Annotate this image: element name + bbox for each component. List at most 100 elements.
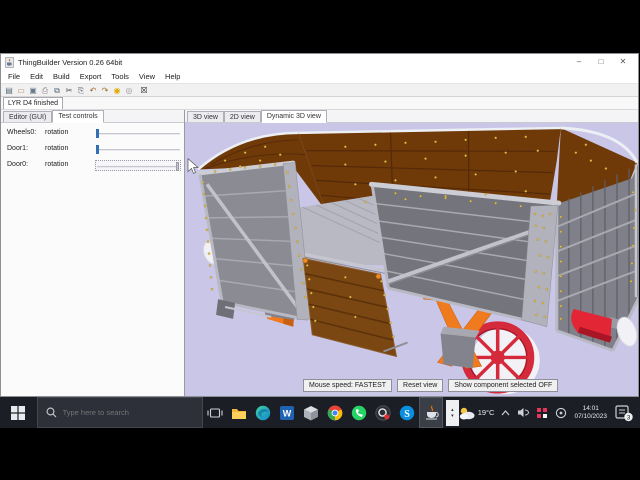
slider-thumb[interactable] [96, 145, 99, 154]
edge-icon [255, 405, 270, 420]
control-property: rotation [45, 161, 69, 168]
window-title: ThingBuilder Version 0.26 64bit [18, 57, 123, 67]
obs-button[interactable] [371, 397, 395, 428]
edge-button[interactable] [251, 397, 275, 428]
volume-icon[interactable] [517, 407, 530, 418]
menu-export[interactable]: Export [75, 72, 107, 81]
file-explorer-button[interactable] [227, 397, 251, 428]
spinner-down-icon[interactable]: ▾ [451, 413, 454, 419]
left-panel-tabs: Editor (GUI) Test controls [1, 110, 184, 123]
3d-cube-icon [303, 405, 318, 420]
control-label: Wheels0: [7, 129, 37, 136]
task-view-button[interactable] [203, 397, 227, 428]
control-label: Door1: [7, 145, 29, 152]
tab-editor-gui[interactable]: Editor (GUI) [3, 111, 53, 122]
menu-build[interactable]: Build [48, 72, 75, 81]
whatsapp-button[interactable] [347, 397, 371, 428]
mouse-speed-button[interactable]: Mouse speed: FASTEST [303, 379, 393, 392]
word-button[interactable]: W [275, 397, 299, 428]
show-component-selected-button[interactable]: Show component selected OFF [448, 379, 559, 392]
taskbar-spinner[interactable]: ▴ ▾ [446, 399, 459, 426]
print-icon[interactable]: ⎙ [40, 85, 50, 96]
window-controls: – □ ✕ [572, 55, 630, 69]
control-property: rotation [45, 129, 69, 136]
menu-help[interactable]: Help [160, 72, 185, 81]
3d-viewport[interactable]: Mouse speed: FASTEST Reset view Show com… [185, 123, 638, 396]
maximize-icon[interactable]: □ [594, 55, 608, 69]
menu-bar: File Edit Build Export Tools View Help [1, 70, 638, 83]
view-tab-bar: 3D view 2D view Dynamic 3D view [185, 110, 638, 123]
wagon-3d-model [187, 126, 638, 395]
slider-groove [96, 149, 180, 151]
java-app-button[interactable] [419, 397, 444, 428]
word-icon: W [279, 405, 294, 420]
task-view-icon [206, 407, 223, 418]
control-property: rotation [45, 145, 69, 152]
paste-icon[interactable]: ⎘ [76, 85, 86, 96]
menu-file[interactable]: File [3, 72, 25, 81]
taskbar-clock[interactable]: 14:01 07/10/2023 [574, 405, 607, 421]
control-label: Door0: [7, 161, 29, 168]
app-window: ThingBuilder Version 0.26 64bit – □ ✕ Fi… [0, 53, 639, 397]
view-area: 3D view 2D view Dynamic 3D view Mouse sp… [185, 110, 638, 396]
taskbar-search[interactable] [36, 397, 203, 428]
door1-rotation-slider[interactable] [95, 144, 181, 155]
tool-bar: ▤ ▭ ▣ ⎙ ⧉ ✂ ⎘ ↶ ↷ ◉ ◎ ☒ [1, 83, 638, 97]
close-icon[interactable]: ✕ [616, 55, 630, 69]
door0-rotation-slider[interactable] [95, 160, 181, 171]
minimize-icon[interactable]: – [572, 55, 586, 69]
main-area: Editor (GUI) Test controls Wheels0: rota… [1, 110, 638, 396]
new-icon[interactable]: ▤ [4, 85, 14, 96]
mouse-cursor [187, 157, 199, 174]
file-explorer-icon [231, 408, 246, 419]
weather-icon [459, 407, 475, 419]
test-controls-list: Wheels0: rotation Door1: rotation Door0:… [1, 123, 184, 174]
3d-builder-button[interactable] [299, 397, 323, 428]
menu-edit[interactable]: Edit [25, 72, 48, 81]
tab-test-controls[interactable]: Test controls [52, 110, 104, 123]
control-row-wheels0: Wheels0: rotation [1, 126, 184, 142]
redo-icon[interactable]: ↷ [100, 85, 110, 96]
java-coffee-icon [425, 405, 439, 420]
slider-thumb[interactable] [176, 162, 179, 171]
tray-status-icon[interactable] [555, 407, 567, 419]
wagon-left-end-panel [197, 160, 312, 322]
whatsapp-icon [351, 405, 367, 420]
chrome-button[interactable] [323, 397, 347, 428]
start-button[interactable] [0, 397, 37, 428]
cut-icon[interactable]: ✂ [64, 85, 74, 96]
title-bar: ThingBuilder Version 0.26 64bit – □ ✕ [1, 54, 638, 70]
control-row-door1: Door1: rotation [1, 142, 184, 158]
open-icon[interactable]: ▭ [16, 85, 26, 96]
slider-thumb[interactable] [96, 129, 99, 138]
document-tab-bar: LYR D4 finished [1, 97, 638, 110]
save-icon[interactable]: ▣ [28, 85, 38, 96]
svg-text:W: W [282, 408, 291, 418]
app-icon [5, 56, 14, 68]
exit-icon[interactable]: ☒ [139, 85, 149, 96]
menu-tools[interactable]: Tools [106, 72, 134, 81]
tab-2d-view[interactable]: 2D view [223, 111, 261, 122]
svg-text:S: S [404, 409, 410, 420]
tab-dynamic-3d-view[interactable]: Dynamic 3D view [260, 110, 327, 123]
tab-3d-view[interactable]: 3D view [187, 111, 224, 122]
reset-view-button[interactable]: Reset view [397, 379, 444, 392]
menu-view[interactable]: View [134, 72, 160, 81]
lightbulb-off-icon[interactable]: ◎ [124, 85, 134, 96]
temperature-label: 19°C [477, 408, 495, 417]
copy-icon[interactable]: ⧉ [52, 85, 62, 96]
notification-center-icon[interactable]: 3 [614, 404, 634, 422]
skype-button[interactable]: S [395, 397, 419, 428]
chrome-icon [327, 405, 343, 420]
search-input[interactable] [62, 408, 178, 417]
search-icon [46, 407, 56, 418]
wheels0-rotation-slider[interactable] [95, 128, 181, 139]
undo-icon[interactable]: ↶ [88, 85, 98, 96]
tray-app-red-icon[interactable] [536, 407, 548, 419]
lightbulb-on-icon[interactable]: ◉ [112, 85, 122, 96]
weather-widget[interactable]: 19°C [459, 406, 495, 420]
document-tab[interactable]: LYR D4 finished [3, 97, 64, 109]
taskbar: W [0, 397, 640, 428]
hidden-icons-chevron[interactable] [501, 409, 510, 416]
clock-time: 14:01 [582, 404, 599, 412]
